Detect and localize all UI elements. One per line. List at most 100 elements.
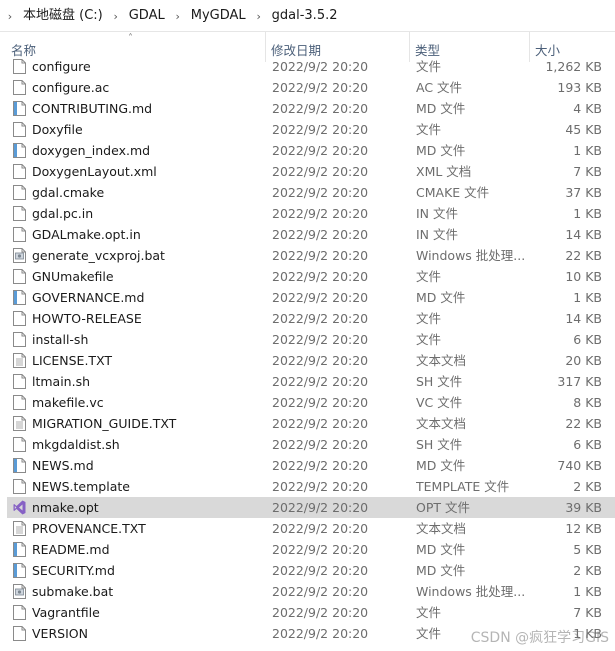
breadcrumb-chevron-icon[interactable]: › [168,6,188,26]
file-name: NEWS.md [32,458,94,473]
file-row[interactable]: MIGRATION_GUIDE.TXT 2022/9/2 20:20 文本文档 22 … [7,413,615,434]
file-row[interactable]: LICENSE.TXT 2022/9/2 20:20 文本文档 20 KB [7,350,615,371]
file-row[interactable]: HOWTO-RELEASE 2022/9/2 20:20 文件 14 KB [7,308,615,329]
file-size: 2 KB [573,563,602,578]
file-modified-date: 2022/9/2 20:20 [272,479,369,494]
file-row[interactable]: GOVERNANCE.md 2022/9/2 20:20 MD 文件 1 KB [7,287,615,308]
file-size: 1,262 KB [545,59,602,74]
file-size: 5 KB [573,542,602,557]
file-size: 317 KB [557,374,602,389]
file-modified-date: 2022/9/2 20:20 [272,437,369,452]
file-name: submake.bat [32,584,114,599]
file-name: GDALmake.opt.in [32,227,141,242]
file-size: 22 KB [565,248,602,263]
file-modified-date: 2022/9/2 20:20 [272,227,369,242]
breadcrumb-chevron-icon[interactable]: › [0,6,20,26]
file-row[interactable]: GNUmakefile 2022/9/2 20:20 文件 10 KB [7,266,615,287]
file-modified-date: 2022/9/2 20:20 [272,500,369,515]
file-name: gdal.pc.in [32,206,94,221]
generic-file-icon [13,626,26,641]
file-row[interactable]: DoxygenLayout.xml 2022/9/2 20:20 XML 文档 7 K… [7,161,615,182]
file-row[interactable]: nmake.opt 2022/9/2 20:20 OPT 文件 39 KB [7,497,615,518]
file-row[interactable]: makefile.vc 2022/9/2 20:20 VC 文件 8 KB [7,392,615,413]
file-row[interactable]: gdal.pc.in 2022/9/2 20:20 IN 文件 1 KB [7,203,615,224]
file-row[interactable]: doxygen_index.md 2022/9/2 20:20 MD 文件 1 KB [7,140,615,161]
file-row[interactable]: configure.ac 2022/9/2 20:20 AC 文件 193 KB [7,77,615,98]
file-type: TEMPLATE 文件 [416,479,510,494]
file-size: 1 KB [573,290,602,305]
file-size: 22 KB [565,416,602,431]
file-name: README.md [32,542,110,557]
file-size: 1 KB [573,584,602,599]
file-row[interactable]: submake.bat 2022/9/2 20:20 Windows 批处理... 1… [7,581,615,602]
file-type: 文件 [416,605,442,620]
file-size: 1 KB [573,206,602,221]
file-modified-date: 2022/9/2 20:20 [272,605,369,620]
generic-file-icon [13,59,26,74]
file-size: 4 KB [573,101,602,116]
generic-file-icon [13,227,26,242]
file-modified-date: 2022/9/2 20:20 [272,311,369,326]
file-name: CONTRIBUTING.md [32,101,153,116]
file-name: mkgdaldist.sh [32,437,120,452]
file-row[interactable]: CONTRIBUTING.md 2022/9/2 20:20 MD 文件 4 KB [7,98,615,119]
file-size: 1 KB [573,143,602,158]
file-type: VC 文件 [416,395,463,410]
file-name: MIGRATION_GUIDE.TXT [32,416,177,431]
generic-file-icon [13,269,26,284]
file-type: 文本文档 [416,416,467,431]
breadcrumb-item-drive[interactable]: 本地磁盘 (C:) [20,6,106,26]
file-row[interactable]: generate_vcxproj.bat 2022/9/2 20:20 Window… [7,245,615,266]
breadcrumb-chevron-icon[interactable]: › [249,6,269,26]
file-modified-date: 2022/9/2 20:20 [272,185,369,200]
file-row[interactable]: Doxyfile 2022/9/2 20:20 文件 45 KB [7,119,615,140]
file-modified-date: 2022/9/2 20:20 [272,458,369,473]
text-file-icon [13,521,26,536]
file-type: MD 文件 [416,458,466,473]
address-bar[interactable]: › 本地磁盘 (C:) › GDAL › MyGDAL › gdal-3.5.2 [0,0,615,32]
file-name: GOVERNANCE.md [32,290,145,305]
file-list: configure 2022/9/2 20:20 文件 1,262 KB configu… [0,56,615,651]
breadcrumb-item-gdal[interactable]: GDAL [126,6,168,26]
file-type: 文本文档 [416,353,467,368]
file-row[interactable]: NEWS.template 2022/9/2 20:20 TEMPLATE 文件 2 … [7,476,615,497]
file-type: OPT 文件 [416,500,470,515]
file-modified-date: 2022/9/2 20:20 [272,353,369,368]
file-name: ltmain.sh [32,374,91,389]
file-row[interactable]: NEWS.md 2022/9/2 20:20 MD 文件 740 KB [7,455,615,476]
markdown-file-icon [13,458,26,473]
file-row[interactable]: PROVENANCE.TXT 2022/9/2 20:20 文本文档 12 KB [7,518,615,539]
file-row[interactable]: gdal.cmake 2022/9/2 20:20 CMAKE 文件 37 KB [7,182,615,203]
file-modified-date: 2022/9/2 20:20 [272,206,369,221]
file-row[interactable]: configure 2022/9/2 20:20 文件 1,262 KB [7,56,615,77]
file-type: SH 文件 [416,437,463,452]
file-row[interactable]: VERSION 2022/9/2 20:20 文件 1 KB [7,623,615,644]
file-name: generate_vcxproj.bat [32,248,165,263]
file-type: 文件 [416,332,442,347]
file-type: CMAKE 文件 [416,185,490,200]
breadcrumb-item-mygdal[interactable]: MyGDAL [188,6,249,26]
file-row[interactable]: SECURITY.md 2022/9/2 20:20 MD 文件 2 KB [7,560,615,581]
file-row[interactable]: README.md 2022/9/2 20:20 MD 文件 5 KB [7,539,615,560]
file-row[interactable]: ltmain.sh 2022/9/2 20:20 SH 文件 317 KB [7,371,615,392]
file-name: SECURITY.md [32,563,115,578]
breadcrumb-item-gdal-version[interactable]: gdal-3.5.2 [269,6,341,26]
file-row[interactable]: GDALmake.opt.in 2022/9/2 20:20 IN 文件 14 KB [7,224,615,245]
generic-file-icon [13,185,26,200]
file-modified-date: 2022/9/2 20:20 [272,101,369,116]
breadcrumb-chevron-icon[interactable]: › [106,6,126,26]
file-name: install-sh [32,332,89,347]
text-file-icon [13,353,26,368]
file-explorer-window: › 本地磁盘 (C:) › GDAL › MyGDAL › gdal-3.5.2… [0,0,615,651]
file-size: 6 KB [573,332,602,347]
file-size: 7 KB [573,164,602,179]
file-modified-date: 2022/9/2 20:20 [272,164,369,179]
file-type: Windows 批处理... [416,248,526,263]
file-type: MD 文件 [416,563,466,578]
file-name: NEWS.template [32,479,130,494]
file-row[interactable]: Vagrantfile 2022/9/2 20:20 文件 7 KB [7,602,615,623]
file-row[interactable]: install-sh 2022/9/2 20:20 文件 6 KB [7,329,615,350]
file-row[interactable]: mkgdaldist.sh 2022/9/2 20:20 SH 文件 6 KB [7,434,615,455]
markdown-file-icon [13,563,26,578]
generic-file-icon [13,80,26,95]
